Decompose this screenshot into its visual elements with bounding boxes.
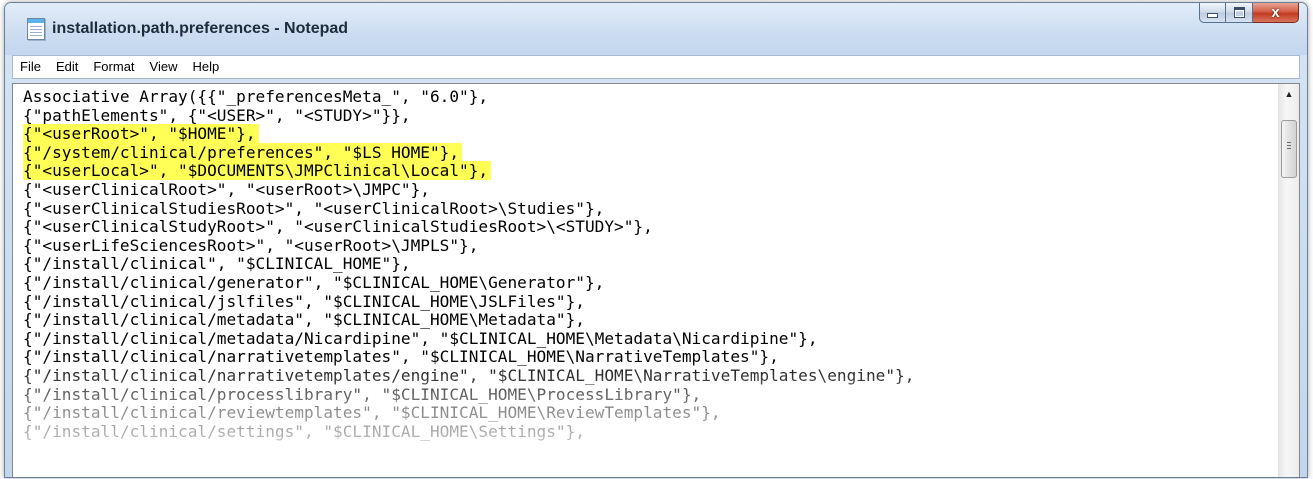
text-line[interactable]: Associative Array({{"_preferencesMeta_",… bbox=[23, 87, 1259, 107]
text-line[interactable]: {"/install/clinical/processlibrary", "$C… bbox=[23, 384, 1259, 405]
line-text: Associative Array({{"_preferencesMeta_",… bbox=[23, 87, 489, 106]
text-line[interactable]: {"/system/clinical/preferences", "$LS_HO… bbox=[23, 142, 1259, 163]
line-text: {"/install/clinical/narrativetemplates",… bbox=[23, 347, 779, 367]
text-line[interactable]: {"/install/clinical/narrativetemplates",… bbox=[23, 348, 1259, 367]
line-text: {"<userClinicalStudyRoot>", "<userClinic… bbox=[23, 217, 653, 237]
vertical-scrollbar[interactable]: ▲ bbox=[1278, 84, 1299, 477]
line-text: {"/install/clinical", "$CLINICAL_HOME"}, bbox=[23, 254, 411, 274]
line-text: {"<userLifeSciencesRoot>", "<userRoot>\J… bbox=[23, 235, 479, 255]
notepad-window: installation.path.preferences - Notepad … bbox=[4, 2, 1308, 478]
line-text: {"/install/clinical/jslfiles", "$CLINICA… bbox=[23, 291, 585, 311]
text-line[interactable]: {"<userClinicalStudyRoot>", "<userClinic… bbox=[23, 217, 1259, 237]
text-line[interactable]: {"<userClinicalRoot>", "<userRoot>\JMPC"… bbox=[23, 179, 1259, 200]
scroll-thumb[interactable] bbox=[1281, 120, 1297, 178]
text-line[interactable]: {"/install/clinical/metadata/Nicardipine… bbox=[23, 328, 1259, 349]
text-content[interactable]: Associative Array({{"_preferencesMeta_",… bbox=[23, 87, 1259, 477]
text-line[interactable]: {"<userLocal>", "$DOCUMENTS\JMPClinical\… bbox=[23, 161, 1259, 181]
menu-bar: File Edit Format View Help bbox=[12, 55, 1300, 79]
line-text: {"/install/clinical/settings", "$CLINICA… bbox=[23, 421, 585, 441]
maximize-button[interactable] bbox=[1226, 3, 1253, 23]
scroll-up-arrow-icon[interactable]: ▲ bbox=[1279, 84, 1299, 104]
highlighted-text: {"/system/clinical/preferences", "$LS_HO… bbox=[23, 142, 463, 162]
text-line[interactable]: {"/install/clinical/metadata", "$CLINICA… bbox=[23, 310, 1259, 330]
line-text: {"/install/clinical/metadata", "$CLINICA… bbox=[23, 310, 585, 330]
text-line[interactable]: {"/install/clinical/jslfiles", "$CLINICA… bbox=[23, 291, 1259, 312]
line-text: {"<userClinicalStudiesRoot>", "<userClin… bbox=[23, 198, 605, 218]
text-line[interactable]: {"<userLifeSciencesRoot>", "<userRoot>\J… bbox=[23, 235, 1259, 256]
title-bar[interactable]: installation.path.preferences - Notepad … bbox=[5, 3, 1307, 55]
text-line[interactable]: {"pathElements", {"<USER>", "<STUDY>"}}, bbox=[23, 105, 1259, 126]
text-line[interactable]: {"/install/clinical/generator", "$CLINIC… bbox=[23, 272, 1259, 293]
text-line[interactable]: {"<userRoot>", "$HOME"}, bbox=[23, 124, 1259, 144]
text-line[interactable]: {"/install/clinical", "$CLINICAL_HOME"}, bbox=[23, 255, 1259, 274]
line-text: {"/install/clinical/generator", "$CLINIC… bbox=[23, 272, 605, 292]
menu-edit[interactable]: Edit bbox=[49, 56, 86, 78]
window-controls: x bbox=[1199, 3, 1299, 23]
scroll-thumb-grip-icon bbox=[1287, 142, 1291, 151]
menu-view[interactable]: View bbox=[143, 56, 186, 78]
line-text: {"pathElements", {"<USER>", "<STUDY>"}}, bbox=[23, 105, 411, 125]
line-text: {"<userClinicalRoot>", "<userRoot>\JMPC"… bbox=[23, 179, 430, 199]
close-icon: x bbox=[1271, 4, 1280, 21]
text-line[interactable]: {"/install/clinical/settings", "$CLINICA… bbox=[23, 421, 1259, 442]
text-line[interactable]: {"/install/clinical/reviewtemplates", "$… bbox=[23, 403, 1259, 423]
close-button[interactable]: x bbox=[1253, 3, 1299, 23]
menu-help[interactable]: Help bbox=[185, 56, 227, 78]
text-editor[interactable]: Associative Array({{"_preferencesMeta_",… bbox=[12, 83, 1300, 477]
notepad-icon[interactable] bbox=[27, 18, 45, 40]
line-text: {"/install/clinical/metadata/Nicardipine… bbox=[23, 328, 818, 348]
text-line[interactable]: {"/install/clinical/narrativetemplates/e… bbox=[23, 365, 1259, 386]
line-text: {"/install/clinical/narrativetemplates/e… bbox=[23, 365, 915, 385]
menu-file[interactable]: File bbox=[13, 56, 49, 78]
maximize-icon bbox=[1233, 7, 1245, 18]
highlighted-text: {"<userLocal>", "$DOCUMENTS\JMPClinical\… bbox=[23, 161, 492, 181]
minimize-button[interactable] bbox=[1199, 3, 1226, 23]
text-line[interactable]: {"<userClinicalStudiesRoot>", "<userClin… bbox=[23, 198, 1259, 219]
line-text: {"/install/clinical/processlibrary", "$C… bbox=[23, 384, 702, 404]
menu-format[interactable]: Format bbox=[86, 56, 142, 78]
line-text: {"/install/clinical/reviewtemplates", "$… bbox=[23, 403, 721, 423]
window-title: installation.path.preferences - Notepad bbox=[52, 20, 349, 37]
minimize-icon bbox=[1207, 13, 1218, 18]
highlighted-text: {"<userRoot>", "$HOME"}, bbox=[23, 124, 259, 144]
